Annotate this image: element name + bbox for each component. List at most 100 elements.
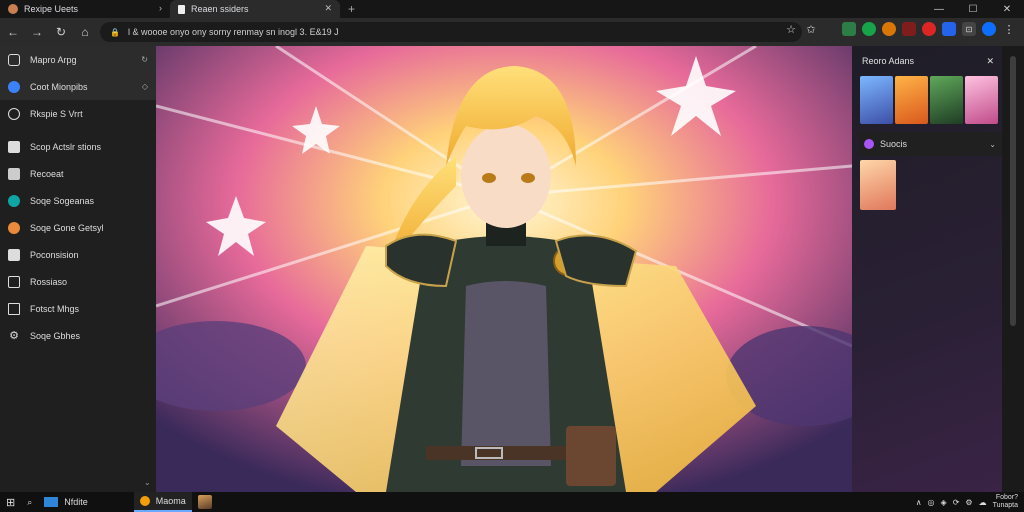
thumbnail[interactable]	[895, 76, 928, 124]
system-tray: ∧ ◎ ◈ ⟳ ⚙ ☁ Fobor? Tunapta	[916, 492, 1018, 512]
close-icon[interactable]: ✕	[986, 56, 994, 67]
close-icon[interactable]: ✕	[324, 3, 332, 14]
sidebar-item-label: Coot Mionpibs	[30, 81, 88, 92]
home-icon[interactable]: ⌂	[74, 21, 96, 43]
plus-icon[interactable]: +	[348, 2, 355, 16]
folder-icon	[8, 167, 20, 180]
image-icon	[8, 275, 20, 288]
thumbnail[interactable]	[860, 76, 893, 124]
chevron-down-icon: ⌄	[989, 139, 996, 149]
sidebar-item-label: Soqe Gone Getsyl	[30, 222, 104, 233]
sidebar-item-label: Soqe Sogeanas	[30, 195, 95, 206]
tab-strip: Rexipe Ueets › Reaen ssiders ✕ + — ☐ ✕	[0, 0, 1024, 18]
sync-icon[interactable]: ⟳	[953, 498, 960, 507]
doc-icon	[8, 248, 20, 261]
sidebar-item-recoeat[interactable]: Recoeat	[0, 160, 156, 187]
sidebar-item-maps[interactable]: Mapro Arpg ↻	[0, 46, 156, 73]
image-app-icon	[197, 495, 212, 509]
sidebar-item-label: Poconsision	[30, 249, 79, 260]
puzzle-icon[interactable]: ⊡	[962, 22, 976, 36]
ext-blue-icon[interactable]	[942, 22, 956, 36]
ext-circle-icon[interactable]	[862, 22, 876, 36]
sidebar-item-label: Scop Actslr stions	[30, 141, 102, 152]
sidebar-item-label: Recoeat	[30, 168, 64, 179]
orange-icon	[8, 221, 20, 234]
thumbnail-row	[852, 76, 1002, 124]
clock-bottom: Tunapta	[992, 502, 1018, 509]
star-icon[interactable]: ☆	[784, 22, 798, 36]
ext-red-icon[interactable]	[902, 22, 916, 36]
window-controls: — ☐ ✕	[922, 0, 1024, 18]
back-icon[interactable]: ←	[2, 21, 24, 43]
maximize-icon[interactable]: ☐	[956, 0, 990, 18]
sidebar-item-label: Rossiaso	[30, 276, 68, 287]
tab-active[interactable]: Reaen ssiders ✕	[170, 0, 340, 18]
tab-recipes[interactable]: Rexipe Ueets ›	[0, 0, 170, 18]
related-panel-header: Reoro Adans ✕	[852, 46, 1002, 76]
thumbnail[interactable]	[965, 76, 998, 124]
related-select[interactable]: Suocis ⌄	[858, 132, 1002, 156]
avatar-icon	[864, 139, 874, 149]
taskbar-app-image[interactable]	[192, 492, 218, 512]
page-scrollbar[interactable]	[1002, 46, 1024, 492]
sidebar-item-fotsct[interactable]: Fotsct Mhgs	[0, 295, 156, 322]
related-select-label: Suocis	[880, 139, 908, 149]
ext-dot-icon[interactable]	[922, 22, 936, 36]
taskbar-app-label: Maoma	[155, 496, 186, 506]
shield-icon[interactable]: ◈	[941, 498, 947, 507]
settings-icon[interactable]: ⚙	[965, 498, 972, 507]
ext-green-icon[interactable]	[842, 22, 856, 36]
minimize-icon[interactable]: —	[922, 0, 956, 18]
sidebar-item-soqe-sogeanas[interactable]: Soqe Sogeanas	[0, 187, 156, 214]
sidebar-item-rkspie[interactable]: Rkspie S Vrrt	[0, 100, 156, 127]
scrollbar-thumb[interactable]	[1010, 56, 1016, 326]
search-icon[interactable]: ⌕	[21, 492, 38, 512]
camera-icon[interactable]: ◎	[928, 498, 935, 507]
sidebar-item-label: Soqe Gbhes	[30, 330, 81, 341]
forward-icon[interactable]: →	[26, 21, 48, 43]
sidebar-item-rossiaso[interactable]: Rossiaso	[0, 268, 156, 295]
sidebar-item-coot[interactable]: Coot Mionpibs ◇	[0, 73, 156, 100]
sidebar-item-soqe-gbhes[interactable]: ⚙ Soqe Gbhes	[0, 322, 156, 349]
anime-illustration	[156, 46, 852, 492]
sidebar-item-scop[interactable]: Scop Actslr stions	[0, 133, 156, 160]
start-icon[interactable]: ⊞	[0, 492, 21, 512]
taskbar-app-browser[interactable]: Maoma	[133, 492, 192, 512]
chevron-down-icon[interactable]: ⌄	[144, 478, 151, 487]
thumbnail[interactable]	[860, 160, 896, 210]
frame-icon	[8, 302, 20, 315]
globe-icon	[8, 194, 20, 207]
thumbnail[interactable]	[930, 76, 963, 124]
document-icon	[178, 4, 185, 14]
address-bar[interactable]: 🔒 l & woooe onyo ony sorny renmay sn ino…	[100, 22, 802, 42]
refresh-icon[interactable]: ↻	[141, 55, 148, 64]
tab-label: Rexipe Ueets	[24, 4, 79, 14]
profile-icon[interactable]	[982, 22, 996, 36]
reload-icon[interactable]: ↻	[50, 21, 72, 43]
chevron-right-icon[interactable]: ›	[159, 3, 162, 13]
shield-icon[interactable]: ◇	[142, 82, 148, 91]
bookmark-icon[interactable]: ✩	[804, 22, 818, 36]
globe-icon	[8, 80, 20, 93]
sidebar-item-poconsision[interactable]: Poconsision	[0, 241, 156, 268]
taskbar-search[interactable]: Nfdite	[38, 492, 94, 512]
sidebar-item-soqe-gone[interactable]: Soqe Gone Getsyl	[0, 214, 156, 241]
main-image-viewer[interactable]	[156, 46, 852, 492]
clock[interactable]: Fobor? Tunapta	[993, 494, 1018, 510]
extensions-area: ☆ ✩ ⊡ ⋮	[784, 22, 1016, 36]
browser-toolbar: ← → ↻ ⌂ 🔒 l & woooe onyo ony sorny renma…	[0, 18, 1024, 46]
taskbar-search-label: Nfdite	[64, 497, 88, 507]
close-window-icon[interactable]: ✕	[990, 0, 1024, 18]
chevron-up-icon[interactable]: ∧	[916, 498, 922, 507]
ext-orange-icon[interactable]	[882, 22, 896, 36]
sidebar-item-label: Fotsct Mhgs	[30, 303, 80, 314]
browser-icon	[139, 496, 150, 506]
related-panel-title: Reoro Adans	[862, 56, 915, 66]
tab-favicon-icon	[8, 4, 18, 14]
lock-icon: 🔒	[110, 27, 120, 37]
menu-icon[interactable]: ⋮	[1002, 22, 1016, 36]
related-panel: Reoro Adans ✕ Suocis ⌄	[852, 46, 1002, 492]
address-text: l & woooe onyo ony sorny renmay sn inogl…	[127, 27, 339, 37]
page-icon	[8, 140, 20, 153]
cloud-icon[interactable]: ☁	[979, 498, 987, 507]
